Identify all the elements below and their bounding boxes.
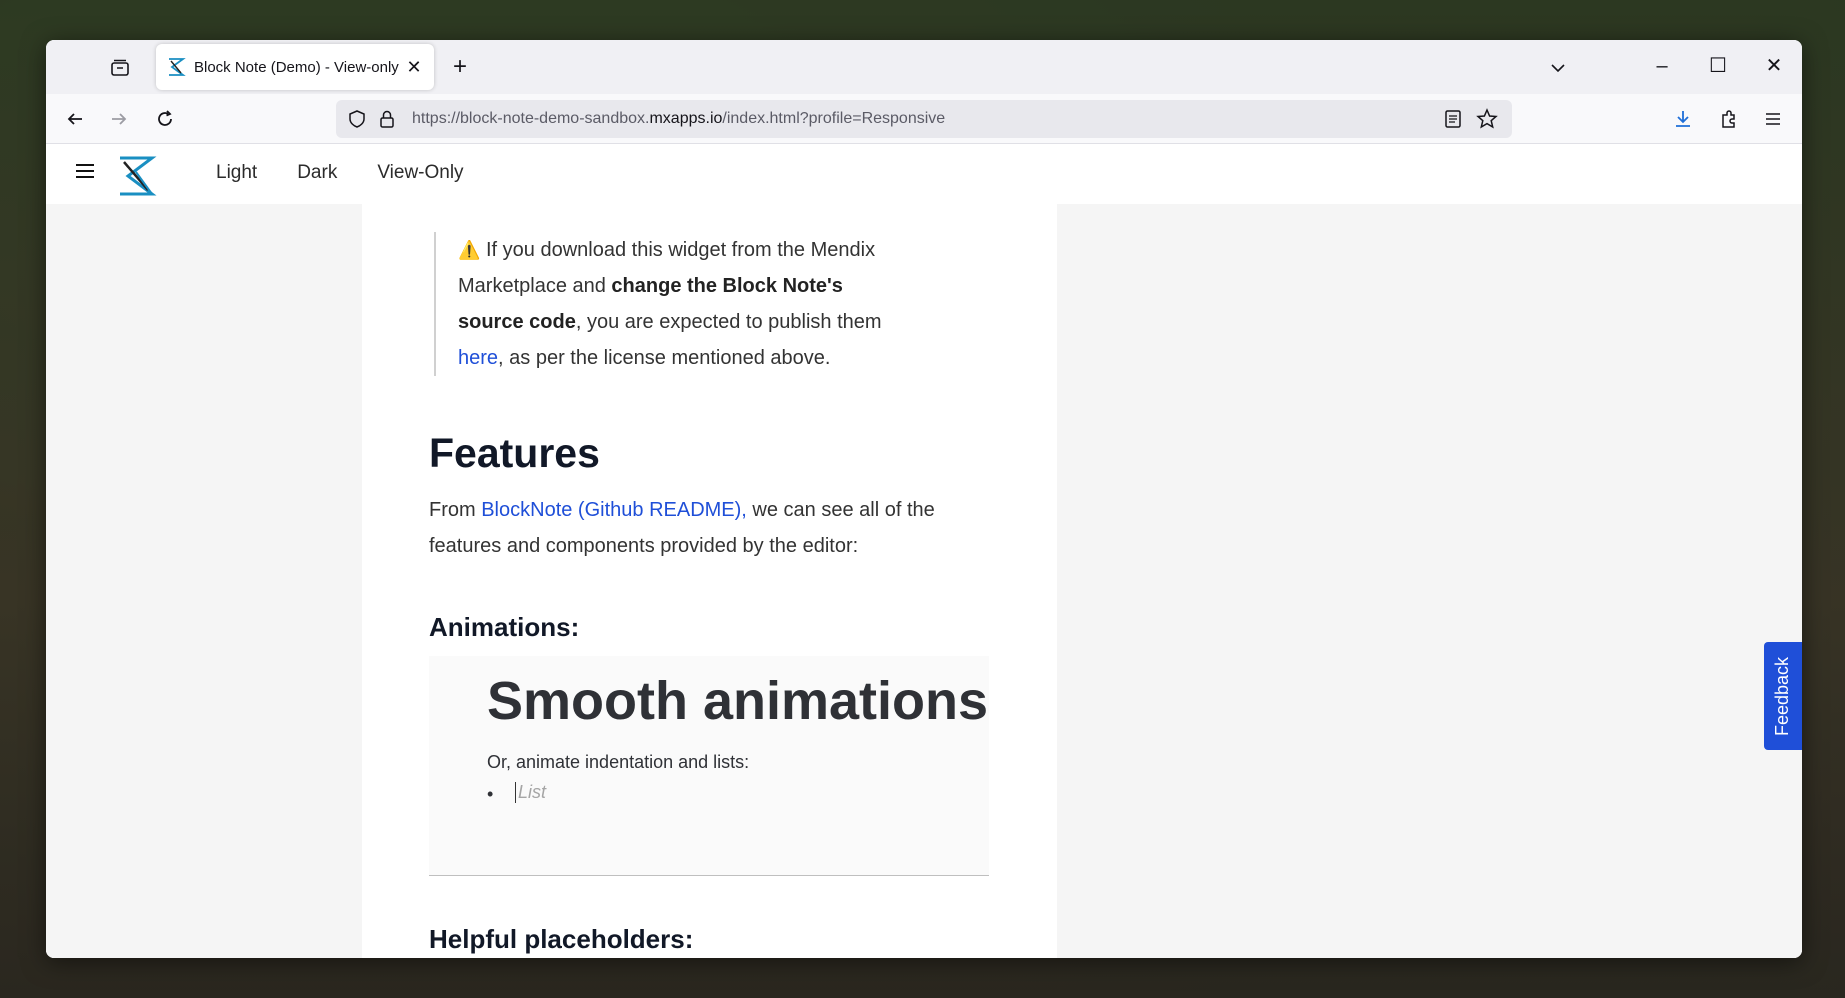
- reload-icon[interactable]: [150, 104, 180, 134]
- features-paragraph: From BlockNote (Github README), we can s…: [429, 499, 935, 557]
- feedback-label: Feedback: [1772, 656, 1793, 736]
- minimize-icon[interactable]: –: [1642, 52, 1682, 82]
- theme-nav: Light Dark View-Only: [216, 162, 504, 184]
- reader-view-icon[interactable]: [1442, 108, 1464, 130]
- app-header: Light Dark View-Only: [46, 144, 1802, 204]
- back-icon[interactable]: [60, 104, 90, 134]
- editor-demo-box[interactable]: Smooth animations Or, animate indentatio…: [429, 656, 989, 876]
- extensions-icon[interactable]: [1714, 104, 1744, 134]
- web-page: Light Dark View-Only ⚠️ If you download …: [46, 144, 1802, 958]
- tab-close-icon[interactable]: ✕: [404, 57, 424, 78]
- hamburger-icon[interactable]: [76, 164, 94, 180]
- shield-icon[interactable]: [346, 108, 368, 130]
- blocknote-readme-link[interactable]: BlockNote (Github README),: [481, 499, 747, 521]
- helpful-placeholders-heading: Helpful placeholders:: [429, 924, 694, 954]
- nav-dark-link[interactable]: Dark: [297, 162, 337, 184]
- license-callout: ⚠️ If you download this widget from the …: [434, 232, 904, 376]
- forward-icon[interactable]: [104, 104, 134, 134]
- app-logo-icon[interactable]: [114, 154, 158, 198]
- url-bar[interactable]: https://block-note-demo-sandbox.mxapps.i…: [336, 100, 1512, 138]
- warning-icon: ⚠️: [458, 240, 481, 260]
- tab-list-icon[interactable]: [106, 54, 134, 82]
- new-tab-icon[interactable]: +: [446, 54, 474, 82]
- tab-title: Block Note (Demo) - View-only: [194, 58, 399, 76]
- nav-view-only-link[interactable]: View-Only: [377, 162, 463, 184]
- animations-heading: Animations:: [429, 612, 580, 642]
- close-window-icon[interactable]: ✕: [1754, 52, 1794, 82]
- chevron-down-icon[interactable]: [1544, 54, 1572, 82]
- url-text[interactable]: https://block-note-demo-sandbox.mxapps.i…: [412, 110, 945, 128]
- bookmark-star-icon[interactable]: [1476, 108, 1498, 130]
- nav-bar: https://block-note-demo-sandbox.mxapps.i…: [46, 94, 1802, 144]
- active-tab[interactable]: Block Note (Demo) - View-only ✕: [156, 44, 434, 90]
- feedback-button[interactable]: Feedback: [1764, 642, 1802, 750]
- nav-light-link[interactable]: Light: [216, 162, 257, 184]
- content-area: ⚠️ If you download this widget from the …: [46, 204, 1802, 958]
- demo-title: Smooth animations: [487, 671, 989, 731]
- here-link[interactable]: here: [458, 347, 498, 369]
- blocknote-favicon-icon: [169, 58, 186, 76]
- lock-icon[interactable]: [376, 108, 398, 130]
- menu-icon[interactable]: [1758, 104, 1788, 134]
- maximize-icon[interactable]: ☐: [1698, 52, 1738, 82]
- list-bullet: •: [487, 784, 494, 804]
- download-icon[interactable]: [1668, 104, 1698, 134]
- tab-strip: Block Note (Demo) - View-only ✕ + – ☐ ✕: [46, 40, 1802, 94]
- list-placeholder[interactable]: List: [515, 782, 546, 803]
- browser-window: Block Note (Demo) - View-only ✕ + – ☐ ✕: [46, 40, 1802, 958]
- demo-subtitle: Or, animate indentation and lists:: [487, 752, 750, 772]
- document-column: ⚠️ If you download this widget from the …: [362, 204, 1057, 958]
- features-heading: Features: [429, 430, 600, 476]
